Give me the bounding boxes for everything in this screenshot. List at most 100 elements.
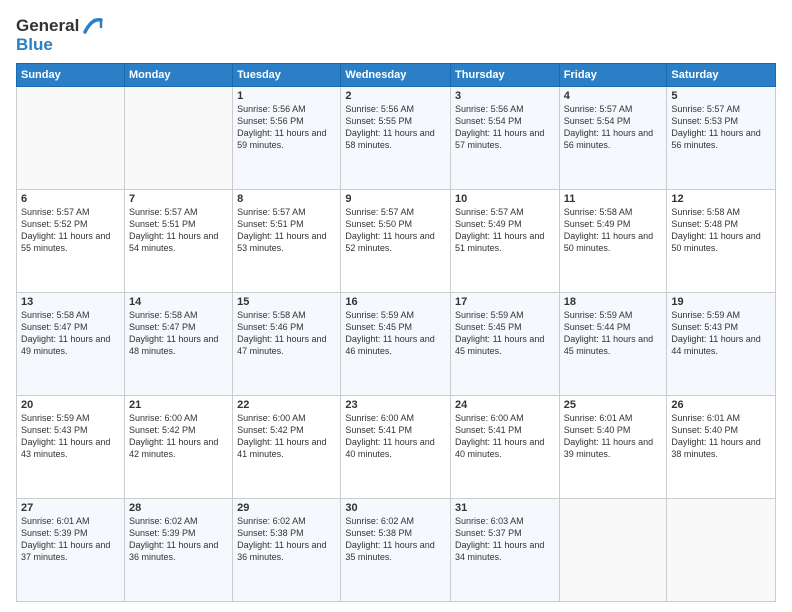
calendar-cell: 21Sunrise: 6:00 AMSunset: 5:42 PMDayligh… bbox=[124, 395, 232, 498]
day-number: 21 bbox=[129, 399, 228, 411]
calendar-cell: 29Sunrise: 6:02 AMSunset: 5:38 PMDayligh… bbox=[233, 498, 341, 601]
day-info: Sunrise: 5:58 AMSunset: 5:46 PMDaylight:… bbox=[237, 309, 336, 358]
logo-icon bbox=[81, 14, 103, 36]
day-number: 14 bbox=[129, 296, 228, 308]
day-number: 12 bbox=[671, 193, 771, 205]
calendar-cell: 7Sunrise: 5:57 AMSunset: 5:51 PMDaylight… bbox=[124, 189, 232, 292]
calendar-cell: 13Sunrise: 5:58 AMSunset: 5:47 PMDayligh… bbox=[17, 292, 125, 395]
calendar-cell: 3Sunrise: 5:56 AMSunset: 5:54 PMDaylight… bbox=[451, 86, 560, 189]
calendar-header-monday: Monday bbox=[124, 63, 232, 86]
calendar-cell: 15Sunrise: 5:58 AMSunset: 5:46 PMDayligh… bbox=[233, 292, 341, 395]
day-info: Sunrise: 6:02 AMSunset: 5:38 PMDaylight:… bbox=[345, 515, 446, 564]
day-number: 28 bbox=[129, 502, 228, 514]
day-info: Sunrise: 5:57 AMSunset: 5:49 PMDaylight:… bbox=[455, 206, 555, 255]
calendar-cell bbox=[559, 498, 667, 601]
calendar-cell: 8Sunrise: 5:57 AMSunset: 5:51 PMDaylight… bbox=[233, 189, 341, 292]
calendar-cell: 9Sunrise: 5:57 AMSunset: 5:50 PMDaylight… bbox=[341, 189, 451, 292]
calendar-header-row: SundayMondayTuesdayWednesdayThursdayFrid… bbox=[17, 63, 776, 86]
day-info: Sunrise: 5:59 AMSunset: 5:45 PMDaylight:… bbox=[455, 309, 555, 358]
calendar-header-friday: Friday bbox=[559, 63, 667, 86]
day-info: Sunrise: 6:03 AMSunset: 5:37 PMDaylight:… bbox=[455, 515, 555, 564]
day-number: 11 bbox=[564, 193, 663, 205]
calendar-cell: 27Sunrise: 6:01 AMSunset: 5:39 PMDayligh… bbox=[17, 498, 125, 601]
day-info: Sunrise: 5:58 AMSunset: 5:49 PMDaylight:… bbox=[564, 206, 663, 255]
logo-blue: Blue bbox=[16, 36, 103, 55]
day-info: Sunrise: 6:00 AMSunset: 5:41 PMDaylight:… bbox=[345, 412, 446, 461]
calendar-week-4: 20Sunrise: 5:59 AMSunset: 5:43 PMDayligh… bbox=[17, 395, 776, 498]
calendar-cell: 20Sunrise: 5:59 AMSunset: 5:43 PMDayligh… bbox=[17, 395, 125, 498]
calendar-week-2: 6Sunrise: 5:57 AMSunset: 5:52 PMDaylight… bbox=[17, 189, 776, 292]
calendar-week-5: 27Sunrise: 6:01 AMSunset: 5:39 PMDayligh… bbox=[17, 498, 776, 601]
calendar-cell bbox=[17, 86, 125, 189]
calendar-cell: 6Sunrise: 5:57 AMSunset: 5:52 PMDaylight… bbox=[17, 189, 125, 292]
day-info: Sunrise: 6:02 AMSunset: 5:39 PMDaylight:… bbox=[129, 515, 228, 564]
day-number: 19 bbox=[671, 296, 771, 308]
calendar-header-saturday: Saturday bbox=[667, 63, 776, 86]
day-number: 25 bbox=[564, 399, 663, 411]
day-number: 15 bbox=[237, 296, 336, 308]
day-info: Sunrise: 6:01 AMSunset: 5:39 PMDaylight:… bbox=[21, 515, 120, 564]
calendar-week-1: 1Sunrise: 5:56 AMSunset: 5:56 PMDaylight… bbox=[17, 86, 776, 189]
day-info: Sunrise: 6:01 AMSunset: 5:40 PMDaylight:… bbox=[564, 412, 663, 461]
calendar-cell: 4Sunrise: 5:57 AMSunset: 5:54 PMDaylight… bbox=[559, 86, 667, 189]
day-info: Sunrise: 5:59 AMSunset: 5:43 PMDaylight:… bbox=[21, 412, 120, 461]
calendar-cell: 5Sunrise: 5:57 AMSunset: 5:53 PMDaylight… bbox=[667, 86, 776, 189]
calendar-week-3: 13Sunrise: 5:58 AMSunset: 5:47 PMDayligh… bbox=[17, 292, 776, 395]
day-info: Sunrise: 5:59 AMSunset: 5:43 PMDaylight:… bbox=[671, 309, 771, 358]
day-number: 24 bbox=[455, 399, 555, 411]
day-info: Sunrise: 5:58 AMSunset: 5:47 PMDaylight:… bbox=[129, 309, 228, 358]
calendar-cell: 24Sunrise: 6:00 AMSunset: 5:41 PMDayligh… bbox=[451, 395, 560, 498]
calendar-table: SundayMondayTuesdayWednesdayThursdayFrid… bbox=[16, 63, 776, 602]
day-info: Sunrise: 5:56 AMSunset: 5:54 PMDaylight:… bbox=[455, 103, 555, 152]
calendar-cell bbox=[124, 86, 232, 189]
calendar-cell: 16Sunrise: 5:59 AMSunset: 5:45 PMDayligh… bbox=[341, 292, 451, 395]
day-info: Sunrise: 5:58 AMSunset: 5:47 PMDaylight:… bbox=[21, 309, 120, 358]
day-number: 7 bbox=[129, 193, 228, 205]
calendar-cell: 31Sunrise: 6:03 AMSunset: 5:37 PMDayligh… bbox=[451, 498, 560, 601]
day-number: 6 bbox=[21, 193, 120, 205]
day-number: 9 bbox=[345, 193, 446, 205]
day-info: Sunrise: 6:02 AMSunset: 5:38 PMDaylight:… bbox=[237, 515, 336, 564]
day-info: Sunrise: 6:01 AMSunset: 5:40 PMDaylight:… bbox=[671, 412, 771, 461]
day-number: 20 bbox=[21, 399, 120, 411]
day-info: Sunrise: 5:57 AMSunset: 5:51 PMDaylight:… bbox=[237, 206, 336, 255]
calendar-cell: 14Sunrise: 5:58 AMSunset: 5:47 PMDayligh… bbox=[124, 292, 232, 395]
day-info: Sunrise: 5:59 AMSunset: 5:44 PMDaylight:… bbox=[564, 309, 663, 358]
calendar-cell: 2Sunrise: 5:56 AMSunset: 5:55 PMDaylight… bbox=[341, 86, 451, 189]
calendar-cell: 25Sunrise: 6:01 AMSunset: 5:40 PMDayligh… bbox=[559, 395, 667, 498]
day-number: 23 bbox=[345, 399, 446, 411]
day-info: Sunrise: 5:57 AMSunset: 5:52 PMDaylight:… bbox=[21, 206, 120, 255]
day-info: Sunrise: 5:59 AMSunset: 5:45 PMDaylight:… bbox=[345, 309, 446, 358]
day-number: 27 bbox=[21, 502, 120, 514]
day-info: Sunrise: 6:00 AMSunset: 5:42 PMDaylight:… bbox=[237, 412, 336, 461]
calendar-cell: 12Sunrise: 5:58 AMSunset: 5:48 PMDayligh… bbox=[667, 189, 776, 292]
day-number: 31 bbox=[455, 502, 555, 514]
page: General Blue SundayMondayTuesdayWednesda… bbox=[0, 0, 792, 612]
calendar-cell: 17Sunrise: 5:59 AMSunset: 5:45 PMDayligh… bbox=[451, 292, 560, 395]
day-number: 5 bbox=[671, 90, 771, 102]
calendar-cell: 22Sunrise: 6:00 AMSunset: 5:42 PMDayligh… bbox=[233, 395, 341, 498]
calendar-header-thursday: Thursday bbox=[451, 63, 560, 86]
calendar-cell: 26Sunrise: 6:01 AMSunset: 5:40 PMDayligh… bbox=[667, 395, 776, 498]
day-number: 13 bbox=[21, 296, 120, 308]
day-number: 3 bbox=[455, 90, 555, 102]
day-number: 8 bbox=[237, 193, 336, 205]
calendar-header-tuesday: Tuesday bbox=[233, 63, 341, 86]
day-info: Sunrise: 5:57 AMSunset: 5:54 PMDaylight:… bbox=[564, 103, 663, 152]
calendar-header-wednesday: Wednesday bbox=[341, 63, 451, 86]
calendar-cell: 10Sunrise: 5:57 AMSunset: 5:49 PMDayligh… bbox=[451, 189, 560, 292]
day-number: 17 bbox=[455, 296, 555, 308]
day-number: 18 bbox=[564, 296, 663, 308]
day-info: Sunrise: 5:57 AMSunset: 5:50 PMDaylight:… bbox=[345, 206, 446, 255]
day-info: Sunrise: 5:57 AMSunset: 5:51 PMDaylight:… bbox=[129, 206, 228, 255]
day-number: 10 bbox=[455, 193, 555, 205]
calendar-header-sunday: Sunday bbox=[17, 63, 125, 86]
day-number: 1 bbox=[237, 90, 336, 102]
day-number: 29 bbox=[237, 502, 336, 514]
day-number: 16 bbox=[345, 296, 446, 308]
calendar-cell: 28Sunrise: 6:02 AMSunset: 5:39 PMDayligh… bbox=[124, 498, 232, 601]
day-info: Sunrise: 5:58 AMSunset: 5:48 PMDaylight:… bbox=[671, 206, 771, 255]
calendar-cell: 19Sunrise: 5:59 AMSunset: 5:43 PMDayligh… bbox=[667, 292, 776, 395]
calendar-cell: 1Sunrise: 5:56 AMSunset: 5:56 PMDaylight… bbox=[233, 86, 341, 189]
day-number: 22 bbox=[237, 399, 336, 411]
